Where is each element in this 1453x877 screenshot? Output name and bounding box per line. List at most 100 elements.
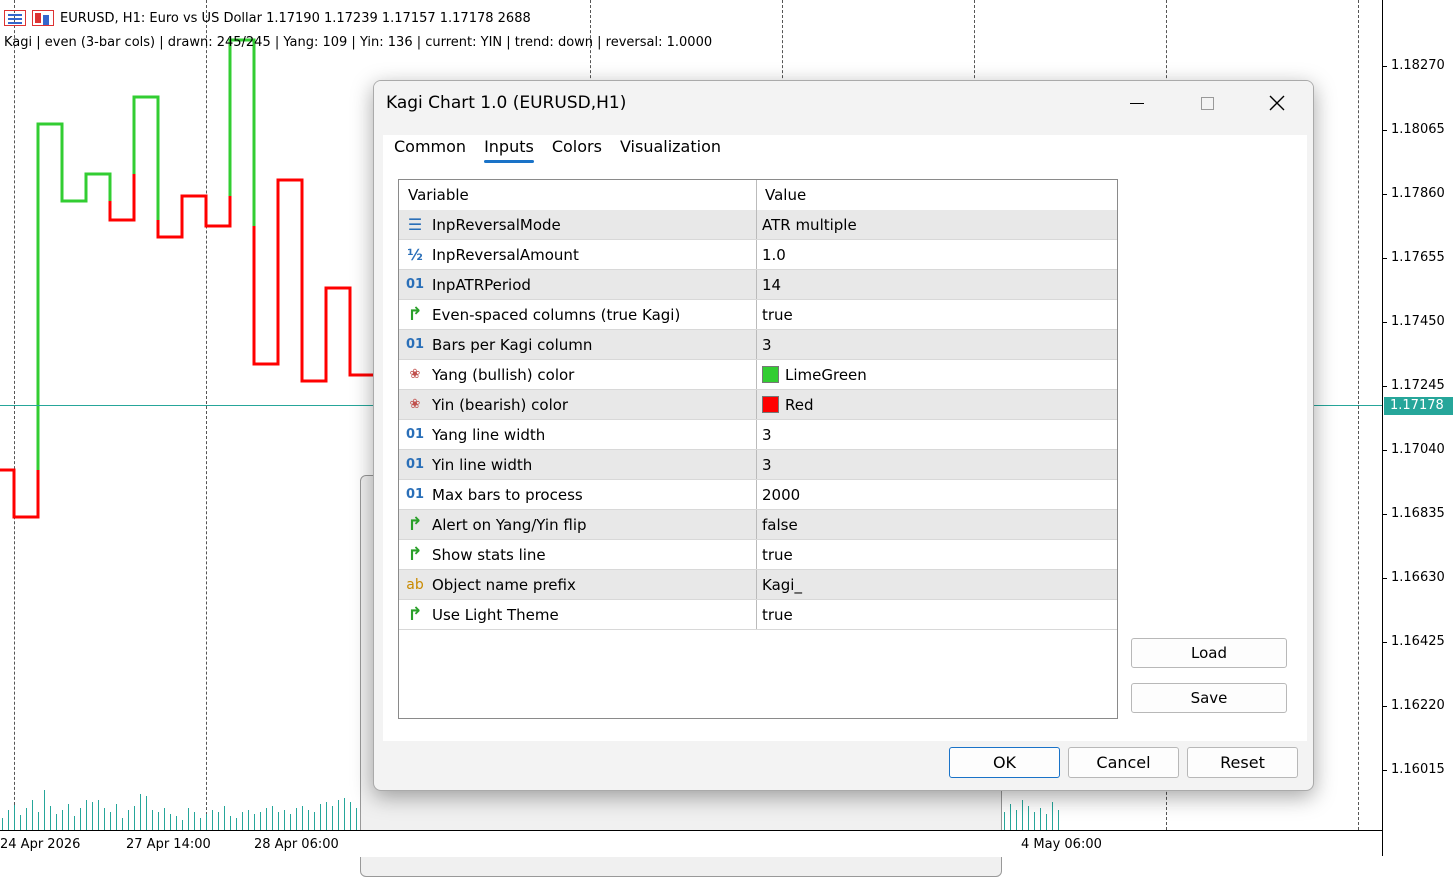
variable-cell: ↱ Even-spaced columns (true Kagi) — [399, 300, 757, 329]
value-cell[interactable]: 3 — [757, 420, 1117, 449]
string-icon: ab — [406, 576, 424, 593]
bool-icon: ↱ — [407, 304, 423, 325]
int-icon: 01 — [405, 337, 425, 352]
load-button[interactable]: Load — [1131, 638, 1287, 668]
int-icon: 01 — [405, 427, 425, 442]
indicator-properties-dialog[interactable]: Kagi Chart 1.0 (EURUSD,H1) Common Inputs… — [373, 80, 1314, 791]
volume-bar — [68, 804, 69, 830]
time-label: 27 Apr 14:00 — [126, 837, 211, 852]
table-row[interactable]: ab Object name prefix Kagi_ — [399, 570, 1117, 600]
volume-bar — [170, 814, 171, 830]
volume-bar — [272, 806, 273, 830]
variable-cell: ❀ Yang (bullish) color — [399, 360, 757, 389]
chart-type-icon[interactable] — [32, 10, 54, 26]
yang-line — [36, 122, 112, 470]
yang-line — [132, 95, 160, 220]
value-cell[interactable]: true — [757, 600, 1117, 629]
value-cell[interactable]: Red — [757, 390, 1117, 419]
value-cell[interactable]: ATR multiple — [757, 210, 1117, 239]
volume-bar — [140, 794, 141, 830]
time-label: 24 Apr 2026 — [0, 837, 81, 852]
int-icon: 01 — [405, 457, 425, 472]
price-label: 1.16835 — [1391, 506, 1445, 521]
volume-bar — [254, 814, 255, 830]
tab-common[interactable]: Common — [385, 137, 475, 165]
price-label: 1.17040 — [1391, 442, 1445, 457]
column-header-value[interactable]: Value — [757, 180, 1117, 210]
reset-button[interactable]: Reset — [1187, 747, 1298, 778]
bool-icon: ↱ — [407, 544, 423, 565]
maximize-button[interactable] — [1184, 81, 1230, 125]
dialog-titlebar[interactable]: Kagi Chart 1.0 (EURUSD,H1) — [374, 81, 1313, 125]
volume-bar — [212, 810, 213, 830]
variable-cell: ↱ Show stats line — [399, 540, 757, 569]
symbol-info: EURUSD, H1: Euro vs US Dollar 1.17190 1.… — [60, 10, 531, 26]
volume-bar — [248, 810, 249, 830]
value-cell[interactable]: true — [757, 300, 1117, 329]
time-axis[interactable]: 24 Apr 2026 27 Apr 14:00 28 Apr 06:00 4 … — [0, 830, 1382, 857]
price-tick — [1382, 450, 1387, 451]
table-row[interactable]: ↱ Show stats line true — [399, 540, 1117, 570]
price-axis[interactable]: 1.18270 1.18065 1.17860 1.17655 1.17450 1.172… — [1382, 0, 1453, 856]
table-row[interactable]: 01 InpATRPeriod 14 — [399, 270, 1117, 300]
variable-cell: ab Object name prefix — [399, 570, 757, 599]
table-row[interactable]: ↱ Even-spaced columns (true Kagi) true — [399, 300, 1117, 330]
value-cell[interactable]: true — [757, 540, 1117, 569]
inputs-grid[interactable]: Variable Value ☰ InpReversalMode ATR multi… — [398, 179, 1118, 719]
value-cell[interactable]: false — [757, 510, 1117, 539]
volume-bar — [44, 790, 45, 830]
tab-inputs[interactable]: Inputs — [475, 137, 543, 165]
value-cell[interactable]: Kagi_ — [757, 570, 1117, 599]
table-row[interactable]: 01 Yin line width 3 — [399, 450, 1117, 480]
value-cell[interactable]: 3 — [757, 330, 1117, 359]
cancel-button[interactable]: Cancel — [1068, 747, 1179, 778]
table-row[interactable]: 01 Bars per Kagi column 3 — [399, 330, 1117, 360]
table-row[interactable]: ½ InpReversalAmount 1.0 — [399, 240, 1117, 270]
table-row[interactable]: ↱ Alert on Yang/Yin flip false — [399, 510, 1117, 540]
volume-bar — [1058, 810, 1059, 830]
volume-bar — [152, 810, 153, 830]
table-row[interactable]: ☰ InpReversalMode ATR multiple — [399, 210, 1117, 240]
volume-bar — [224, 806, 225, 830]
value-cell[interactable]: LimeGreen — [757, 360, 1117, 389]
volume-bar — [290, 814, 291, 830]
table-row[interactable]: ↱ Use Light Theme true — [399, 600, 1117, 630]
variable-cell: ☰ InpReversalMode — [399, 210, 757, 239]
volume-bar — [110, 812, 111, 830]
color-icon: ❀ — [409, 367, 421, 382]
price-tick — [1382, 258, 1387, 259]
tab-colors[interactable]: Colors — [543, 137, 611, 165]
dialog-title: Kagi Chart 1.0 (EURUSD,H1) — [386, 93, 627, 113]
value-cell[interactable]: 2000 — [757, 480, 1117, 509]
volume-bar — [98, 800, 99, 830]
table-row[interactable]: ❀ Yang (bullish) color LimeGreen — [399, 360, 1117, 390]
save-button[interactable]: Save — [1131, 683, 1287, 713]
value-cell[interactable]: 3 — [757, 450, 1117, 479]
volume-bar — [2, 818, 3, 830]
menu-icon[interactable] — [4, 10, 26, 26]
color-swatch — [762, 396, 779, 413]
variable-name: Use Light Theme — [432, 605, 559, 624]
price-label: 1.18270 — [1391, 58, 1445, 73]
value-cell[interactable]: 14 — [757, 270, 1117, 299]
price-tick — [1382, 770, 1387, 771]
volume-bar — [1004, 812, 1005, 830]
price-label: 1.17655 — [1391, 250, 1445, 265]
volume-bar — [104, 808, 105, 830]
table-row[interactable]: 01 Yang line width 3 — [399, 420, 1117, 450]
table-row[interactable]: 01 Max bars to process 2000 — [399, 480, 1117, 510]
volume-bar — [1040, 808, 1041, 830]
value-cell[interactable]: 1.0 — [757, 240, 1117, 269]
table-row[interactable]: ❀ Yin (bearish) color Red — [399, 390, 1117, 420]
tab-visualization[interactable]: Visualization — [611, 137, 730, 165]
volume-bar — [260, 812, 261, 830]
minimize-button[interactable] — [1114, 81, 1160, 125]
volume-bar — [194, 812, 195, 830]
close-button[interactable] — [1254, 81, 1300, 125]
ok-button[interactable]: OK — [949, 747, 1060, 778]
volume-bar — [1046, 814, 1047, 830]
symbol-header: EURUSD, H1: Euro vs US Dollar 1.17190 1.… — [4, 10, 531, 26]
yin-line — [156, 194, 232, 239]
column-header-variable[interactable]: Variable — [399, 180, 757, 210]
variable-cell: ❀ Yin (bearish) color — [399, 390, 757, 419]
